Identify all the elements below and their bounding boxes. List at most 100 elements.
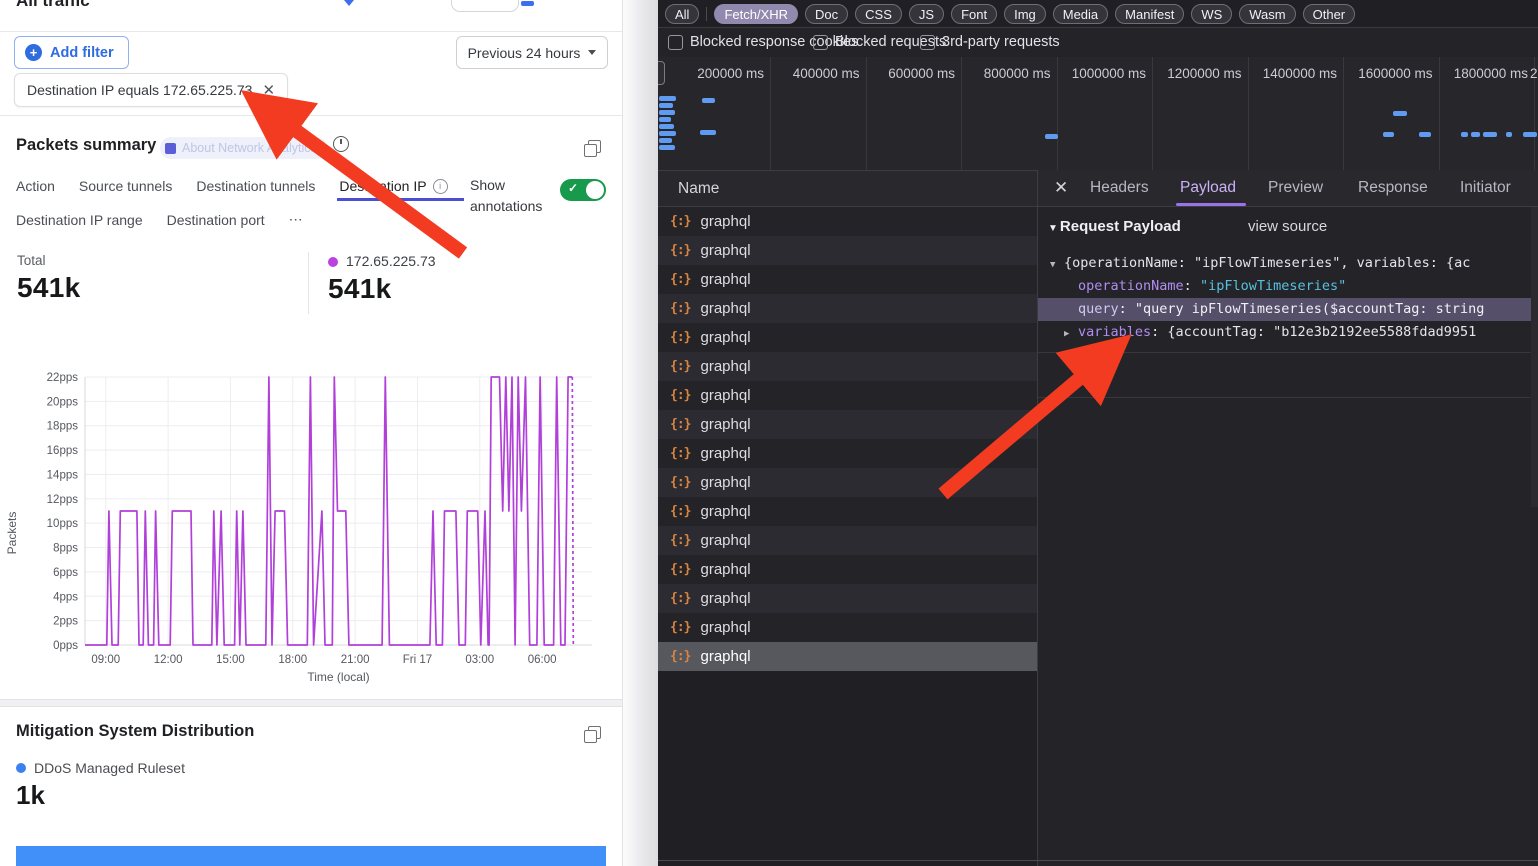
svg-text:Time (local): Time (local) <box>307 670 369 684</box>
tab-destination-ip-range[interactable]: Destination IP range <box>16 211 143 228</box>
filter-pill-fetchxhr[interactable]: Fetch/XHR <box>714 4 798 24</box>
filter-pill-all[interactable]: All <box>665 4 699 24</box>
tab--[interactable]: ⋯ <box>289 211 303 228</box>
request-name: graphql <box>700 358 750 375</box>
svg-text:20pps: 20pps <box>47 396 79 408</box>
about-network-analytics-badge[interactable]: About Network Analytics <box>160 137 327 159</box>
close-icon[interactable]: ✕ <box>262 81 275 99</box>
request-row[interactable]: {:}graphql <box>658 439 1037 468</box>
request-row[interactable]: {:}graphql <box>658 468 1037 497</box>
tab-source-tunnels[interactable]: Source tunnels <box>79 178 172 194</box>
filter-chip[interactable]: Destination IP equals 172.65.225.73 ✕ <box>14 73 288 107</box>
timeline-tick-label: 200000 ms <box>674 66 764 81</box>
request-row[interactable]: {:}graphql <box>658 381 1037 410</box>
request-row[interactable]: {:}graphql <box>658 323 1037 352</box>
timeline-request-bar <box>659 117 671 122</box>
request-name: graphql <box>700 271 750 288</box>
filter-pill-doc[interactable]: Doc <box>805 4 848 24</box>
json-braces-icon: {:} <box>670 591 690 606</box>
divider <box>706 7 707 21</box>
chevron-down-icon <box>588 50 596 55</box>
timeline-request-bar <box>659 131 676 136</box>
triangle-down-icon[interactable]: ▼ <box>1050 254 1064 275</box>
show-annotations-toggle[interactable]: ✓ <box>560 179 606 201</box>
request-row[interactable]: {:}graphql <box>658 265 1037 294</box>
stat-value: 541k <box>17 272 81 304</box>
request-row[interactable]: {:}graphql <box>658 584 1037 613</box>
svg-text:2pps: 2pps <box>53 616 78 628</box>
request-row[interactable]: {:}graphql <box>658 642 1037 671</box>
svg-text:10pps: 10pps <box>47 518 79 530</box>
request-list-header[interactable]: Name <box>658 170 1037 207</box>
request-payload-header[interactable]: ▼Request Payload <box>1048 218 1181 235</box>
name-column-header: Name <box>678 180 719 198</box>
expand-card-icon[interactable] <box>588 140 601 153</box>
stat-total: Total541k <box>17 253 81 304</box>
tab-destination-tunnels[interactable]: Destination tunnels <box>196 178 315 194</box>
scrollbar[interactable] <box>1531 207 1538 507</box>
filter-pill-font[interactable]: Font <box>951 4 997 24</box>
stat-value: 541k <box>328 273 436 305</box>
tab-initiator[interactable]: Initiator <box>1460 179 1511 197</box>
mitigation-title: Mitigation System Distribution <box>16 722 254 741</box>
request-row[interactable]: {:}graphql <box>658 613 1037 642</box>
devtools-panel: All Fetch/XHR Doc CSS JS Font Img Media Manifest… <box>658 0 1538 866</box>
request-row[interactable]: {:}graphql <box>658 497 1037 526</box>
legend-dot <box>328 257 338 267</box>
stat-series: 172.65.225.73 541k <box>328 253 436 305</box>
expand-card-icon[interactable] <box>588 726 601 739</box>
payload-row-operationName[interactable]: operationName: "ipFlowTimeseries" <box>1038 275 1538 298</box>
request-row[interactable]: {:}graphql <box>658 410 1037 439</box>
filter-pill-wasm[interactable]: Wasm <box>1239 4 1295 24</box>
tab-destination-port[interactable]: Destination port <box>167 211 265 228</box>
filter-pill-ws[interactable]: WS <box>1191 4 1232 24</box>
triangle-right-icon[interactable]: ▶ <box>1064 323 1078 344</box>
tab-label: ⋯ <box>289 211 303 228</box>
separator: : <box>1184 278 1200 294</box>
cropped-button[interactable] <box>451 0 519 12</box>
timeline-request-bar <box>1393 111 1407 116</box>
divider <box>0 115 622 116</box>
time-range-dropdown[interactable]: Previous 24 hours <box>456 36 608 69</box>
request-row[interactable]: {:}graphql <box>658 352 1037 381</box>
request-row[interactable]: {:}graphql <box>658 555 1037 584</box>
filter-pill-js[interactable]: JS <box>909 4 944 24</box>
filter-pill-media[interactable]: Media <box>1053 4 1108 24</box>
packets-summary-tabs-row1: Action Source tunnels Destination tunnels D… <box>16 178 448 194</box>
svg-text:6pps: 6pps <box>53 567 78 579</box>
json-braces-icon: {:} <box>670 417 690 432</box>
timeline-request-bar <box>659 124 674 129</box>
request-name: graphql <box>700 300 750 317</box>
filter-pill-img[interactable]: Img <box>1004 4 1046 24</box>
payload-row-query[interactable]: query: "query ipFlowTimeseries($accountT… <box>1038 298 1538 321</box>
tab-response[interactable]: Response <box>1358 179 1428 197</box>
tab-preview[interactable]: Preview <box>1268 179 1323 197</box>
payload-value: "ipFlowTimeseries" <box>1200 278 1346 294</box>
tab-payload[interactable]: Payload <box>1180 179 1236 197</box>
payload-row-variables[interactable]: ▶variables: {accountTag: "b12e3b2192ee55… <box>1038 321 1538 344</box>
request-row[interactable]: {:}graphql <box>658 236 1037 265</box>
add-filter-button[interactable]: + Add filter <box>14 36 129 69</box>
tab-headers[interactable]: Headers <box>1090 179 1149 197</box>
timeline-request-bar <box>1383 132 1394 137</box>
tab-action[interactable]: Action <box>16 178 55 194</box>
filter-pill-css[interactable]: CSS <box>855 4 902 24</box>
view-source-link[interactable]: view source <box>1248 218 1327 235</box>
timeline-drag-handle[interactable] <box>658 61 665 85</box>
checkbox-1[interactable] <box>813 35 828 50</box>
request-row[interactable]: {:}graphql <box>658 526 1037 555</box>
stat-label: 172.65.225.73 <box>328 253 436 269</box>
checkbox-0[interactable] <box>668 35 683 50</box>
request-row[interactable]: {:}graphql <box>658 207 1037 236</box>
request-name: graphql <box>700 387 750 404</box>
separator: : <box>1151 324 1167 340</box>
timeline-request-bar <box>659 103 673 108</box>
payload-root-row[interactable]: ▼{operationName: "ipFlowTimeseries", var… <box>1038 252 1538 275</box>
checkbox-2[interactable] <box>920 35 935 50</box>
filter-pill-manifest[interactable]: Manifest <box>1115 4 1184 24</box>
request-row[interactable]: {:}graphql <box>658 294 1037 323</box>
network-timeline-overview[interactable]: 200000 ms400000 ms600000 ms800000 ms1000… <box>658 57 1538 171</box>
close-icon[interactable]: ✕ <box>1054 178 1068 198</box>
tab-destination-ip[interactable]: Destination IPi <box>339 178 447 194</box>
filter-pill-other[interactable]: Other <box>1303 4 1356 24</box>
